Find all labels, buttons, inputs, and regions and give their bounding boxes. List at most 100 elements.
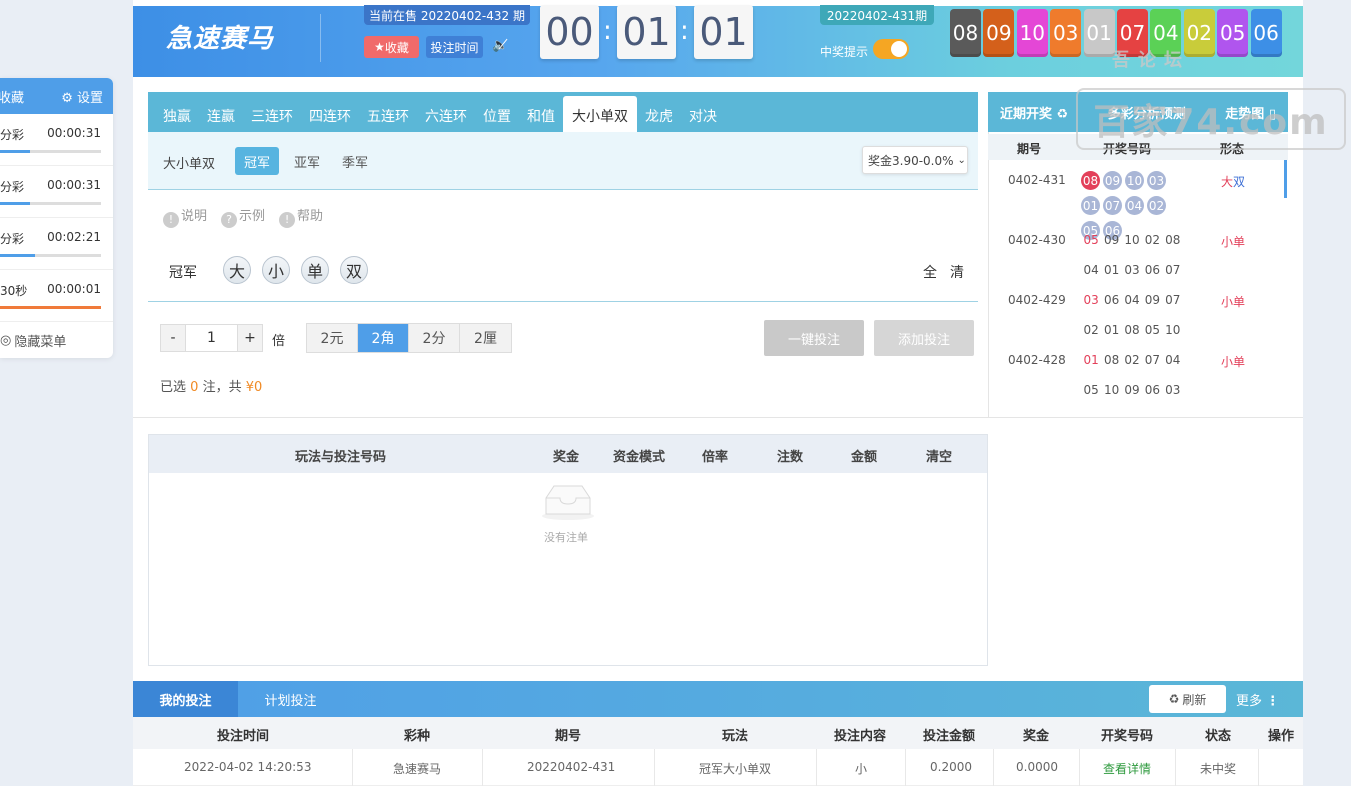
header-divider [320,14,321,62]
sidebar-item[interactable]: 30秒 00:00:01 [0,270,113,322]
multiplier-stepper: - 1 + [160,324,263,352]
recent-number: 09 [1103,171,1122,190]
recent-number: 09 [1124,382,1140,397]
sidebar-item[interactable]: 分彩 00:02:21 [0,218,113,270]
sidebar-favorites[interactable]: 收藏 [0,87,24,106]
watermark-top: 吾论坛 [1112,50,1190,71]
result-ball: 09 [983,9,1015,57]
refresh-label: 刷新 [1182,692,1207,707]
unit-yuan[interactable]: 2元 [307,324,358,352]
hide-menu-button[interactable]: ◎ 隐藏菜单 [0,322,113,358]
eye-off-icon: ◎ [0,332,12,348]
countdown-colon: : [680,16,689,46]
sidebar-item[interactable]: 分彩 00:00:31 [0,166,113,218]
sidebar-item-time: 00:00:01 [47,282,101,296]
play-tab[interactable]: 大小单双 [563,96,637,132]
header-issue: 期号 [1017,142,1042,156]
quick-clear[interactable]: 清 [950,262,964,282]
multiplier-input[interactable]: 1 [185,325,238,351]
play-tab[interactable]: 龙虎 [637,96,681,132]
recent-number: 04 [1124,292,1140,307]
recent-number: 02 [1147,196,1166,215]
unit-jiao[interactable]: 2角 [358,324,409,352]
unit-li[interactable]: 2厘 [460,324,511,352]
favorite-button[interactable]: ★ 收藏 [364,36,419,58]
selected-prefix: 已选 [160,380,187,395]
mute-icon[interactable]: 🔈̸ [492,38,508,53]
question-icon: ? [221,211,238,228]
play-tab[interactable]: 六连环 [417,96,475,132]
watermark: 百家74.com [1076,88,1346,150]
quick-bet-button[interactable]: 一键投注 [764,320,864,356]
option-small[interactable]: 小 [262,256,290,284]
shape-size: 小 [1221,295,1234,309]
sidebar-item[interactable]: 分彩 00:00:31 [0,114,113,166]
refresh-button[interactable]: ♻ 刷新 [1149,685,1226,713]
recent-scrollbar[interactable] [1284,160,1287,198]
subtab-second[interactable]: 亚军 [285,147,329,175]
position-label: 冠军 [169,265,197,281]
last-issue: 20220402-431期 [820,5,934,25]
play-tab[interactable]: 三连环 [243,96,301,132]
prize-select[interactable]: 奖金3.90-0.0% ⌄ [862,146,968,174]
recent-number: 04 [1125,196,1144,215]
empty-text: 没有注单 [544,531,588,544]
recent-number: 08 [1103,352,1120,367]
recent-number: 04 [1165,352,1181,367]
recent-number: 07 [1165,262,1181,277]
result-ball: 05 [1217,9,1249,57]
recent-number: 01 [1103,322,1120,337]
recent-number: 02 [1144,232,1160,247]
help-link-help[interactable]: ! 帮助 [279,205,323,228]
favorite-label: 收藏 [384,40,409,55]
bet-prize: 0.0000 [1016,760,1058,774]
sidebar-settings[interactable]: ⚙ 设置 [61,87,103,106]
more-button[interactable]: 更多 ⋮ [1236,690,1279,709]
tab-recent-draws[interactable]: 近期开奖 ♻ [1000,103,1068,122]
recent-number: 08 [1081,171,1100,190]
recent-number: 10 [1165,322,1181,337]
win-tip-toggle[interactable] [873,39,909,59]
recent-issue: 0402-431 [1008,173,1066,187]
shape-size: 小 [1221,355,1234,369]
bet-issue: 20220402-431 [527,760,616,774]
help-link-example[interactable]: ? 示例 [221,205,265,228]
play-tab[interactable]: 对决 [681,96,725,132]
tab-plan-bets[interactable]: 计划投注 [248,681,333,717]
recent-number: 06 [1144,382,1160,397]
header-clear[interactable]: 清空 [926,446,952,465]
subtab-third[interactable]: 季军 [333,147,377,175]
recent-shape: 大双 [1221,173,1245,190]
chevron-down-icon: ⌄ [957,154,966,166]
play-tab[interactable]: 四连环 [301,96,359,132]
help-link-intro[interactable]: ! 说明 [163,205,207,228]
tab-my-bets[interactable]: 我的投注 [133,681,238,717]
multiplier-minus[interactable]: - [161,325,185,351]
refresh-icon: ♻ [1168,692,1180,706]
play-tab[interactable]: 连赢 [199,96,243,132]
recent-number: 04 [1083,262,1099,277]
sidebar-header: 收藏 ⚙ 设置 [0,78,113,114]
recent-number: 05 [1083,382,1099,397]
bet-time-button[interactable]: 投注时间 [426,36,483,58]
quick-all[interactable]: 全 [923,262,937,282]
bet-lottery: 急速赛马 [393,762,442,776]
unit-fen[interactable]: 2分 [409,324,460,352]
sidebar-item-name: 分彩 [0,180,25,194]
play-tab[interactable]: 五连环 [359,96,417,132]
logo: 急速赛马 [166,24,275,54]
play-tab[interactable]: 位置 [475,96,519,132]
selected-info: 已选 0 注，共 ¥0 [160,376,262,395]
recent-issue: 0402-430 [1008,233,1066,247]
option-big[interactable]: 大 [223,256,251,284]
option-odd[interactable]: 单 [301,256,329,284]
sidebar-item-time: 00:00:31 [47,178,101,192]
recent-number: 02 [1124,352,1140,367]
play-tab[interactable]: 独赢 [155,96,199,132]
view-details-link[interactable]: 查看详情 [1103,760,1151,777]
multiplier-plus[interactable]: + [238,325,262,351]
subtab-champion[interactable]: 冠军 [235,147,279,175]
option-even[interactable]: 双 [340,256,368,284]
add-bet-button[interactable]: 添加投注 [874,320,974,356]
play-tab[interactable]: 和值 [519,96,563,132]
